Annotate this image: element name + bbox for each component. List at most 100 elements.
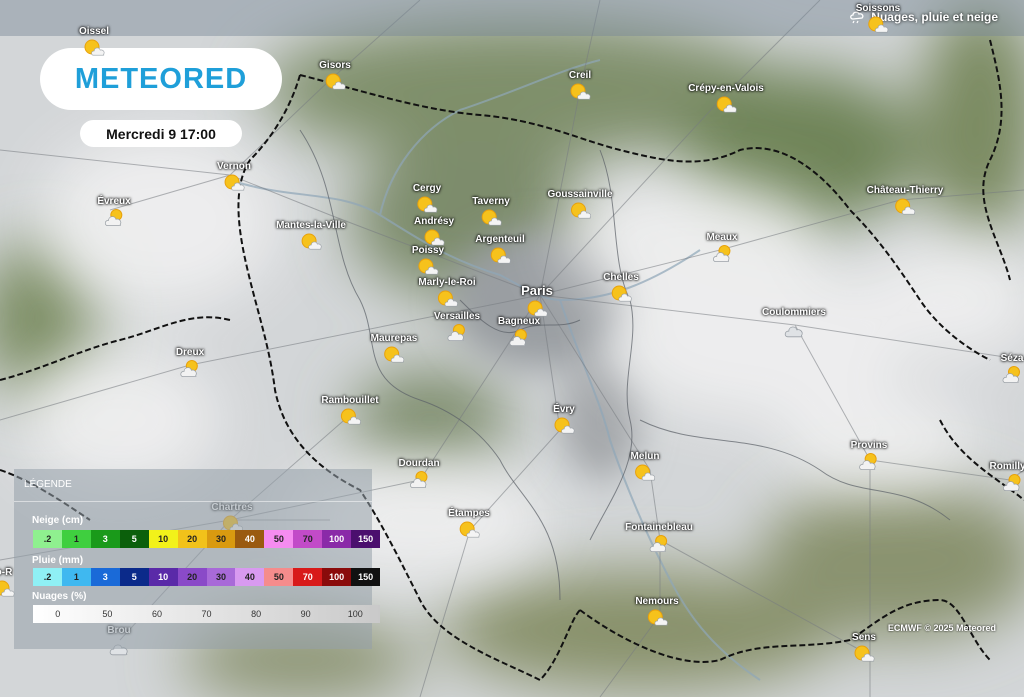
city-marker[interactable]: Étampes (448, 508, 490, 540)
cloud-scale-step: 70 (201, 609, 212, 619)
city-name: Sens (852, 632, 876, 643)
sun-cloud-icon (340, 408, 361, 425)
city-name: Soissons (855, 3, 901, 14)
city-marker[interactable]: Cergy (413, 183, 441, 215)
city-name: Bagneux (497, 316, 541, 327)
sun-cloud-icon (224, 174, 245, 191)
city-name: Andrésy (413, 216, 455, 227)
city-marker[interactable]: Goussainville (547, 189, 613, 221)
city-name: Fontainebleau (625, 522, 693, 533)
cloud-sun-icon (509, 329, 527, 346)
city-marker[interactable]: Dreux (176, 347, 204, 379)
cloud-sun-icon (409, 471, 427, 488)
city-marker[interactable]: Nemours (635, 596, 679, 628)
sun-cloud-icon (490, 247, 511, 264)
city-name: Évreux (97, 196, 131, 207)
city-marker[interactable]: Argenteuil (475, 234, 525, 266)
cloud-sun-icon (649, 535, 667, 552)
snow-legend-label: Neige (cm) (32, 515, 84, 526)
rain-scale-step: 30 (206, 568, 236, 586)
sun-cloud-icon (647, 609, 668, 626)
cloud-sun-icon (859, 453, 877, 470)
city-marker[interactable]: Andrésy (414, 216, 454, 248)
datetime-text: Mercredi 9 17:00 (106, 125, 216, 142)
city-name: Château-Thierry (866, 185, 944, 196)
city-name: Rambouillet (321, 395, 379, 406)
city-marker[interactable]: Provins (850, 440, 888, 472)
city-marker[interactable]: Oissel (79, 26, 109, 58)
city-marker[interactable]: Évry (552, 404, 576, 436)
city-marker[interactable]: Rambouillet (321, 395, 379, 427)
cloud-sun-icon (1002, 474, 1020, 491)
city-marker[interactable]: Marly-le-Roi (418, 277, 476, 309)
sun-cloud-icon (716, 96, 737, 113)
city-name: Coulommiers (762, 307, 826, 318)
rain-scale-step: 3 (90, 568, 120, 586)
city-name: Dreux (175, 347, 205, 358)
sun-cloud-icon (895, 198, 916, 215)
snow-scale-step: 40 (235, 530, 265, 548)
city-marker[interactable]: Crépy-en-Valois (688, 83, 764, 115)
city-name: Nemours (635, 596, 679, 607)
legend-panel: LÉGENDE Neige (cm) .2 1 3 5 10 20 30 40 50 70 100 1… (14, 469, 381, 649)
sun-cloud-icon (854, 645, 875, 662)
city-name: Mantes-la-Ville (276, 220, 346, 231)
snow-scale: .2 1 3 5 10 20 30 40 50 70 100 150 (33, 530, 381, 548)
sun-cloud-icon (635, 464, 656, 481)
city-marker[interactable]: Gisors (319, 60, 351, 92)
city-marker[interactable]: Évreux (97, 196, 131, 228)
rain-scale-step: 70 (293, 568, 323, 586)
city-name: Goussainville (547, 189, 613, 200)
city-name: Provins (850, 440, 888, 451)
city-marker[interactable]: Poissy (412, 245, 444, 277)
city-marker[interactable]: Soissons (856, 3, 900, 35)
city-marker[interactable]: Coulommiers (762, 307, 826, 339)
city-marker[interactable]: Creil (568, 70, 592, 102)
city-name: Marly-le-Roi (418, 277, 476, 288)
cloud-sun-icon (447, 324, 465, 341)
sun-cloud-icon (417, 196, 438, 213)
city-marker[interactable]: Bagneux (498, 316, 540, 348)
sun-cloud-icon (384, 346, 405, 363)
snow-scale-step: 3 (90, 530, 120, 548)
city-name: Crépy-en-Valois (688, 83, 764, 94)
city-marker[interactable]: Taverny (472, 196, 510, 228)
city-marker[interactable]: Dourdan (398, 458, 440, 490)
city-marker[interactable]: Meaux (706, 232, 738, 264)
cloud-sun-icon (104, 209, 122, 226)
meteored-logo[interactable]: METEORED (40, 48, 282, 110)
city-marker[interactable]: Chelles (603, 272, 639, 304)
city-marker[interactable]: Mantes-la-Ville (276, 220, 346, 252)
sun-cloud-icon (437, 290, 458, 307)
cloud-scale-step: 90 (300, 609, 311, 619)
snow-scale-step: 50 (264, 530, 294, 548)
city-name: Poissy (411, 245, 445, 256)
city-marker[interactable]: Melun (631, 451, 659, 483)
sun-cloud-icon (868, 16, 889, 33)
city-marker[interactable]: Vernon (217, 161, 251, 193)
city-marker[interactable]: Château-Thierry (866, 185, 944, 217)
sun-cloud-icon (84, 39, 105, 56)
city-name: Séza (1000, 353, 1024, 364)
snow-scale-step: 70 (293, 530, 323, 548)
cloud-legend-label: Nuages (%) (32, 591, 87, 602)
sun-cloud-icon (570, 202, 591, 219)
sun-cloud-icon (611, 285, 632, 302)
city-marker[interactable]: Fontainebleau (625, 522, 693, 554)
city-name: Chelles (603, 272, 639, 283)
snow-scale-step: 10 (148, 530, 178, 548)
snow-scale-step: 100 (322, 530, 352, 548)
city-name: Meaux (706, 232, 738, 243)
city-marker[interactable]: Sens (852, 632, 876, 664)
city-marker[interactable]: Paris (521, 283, 553, 319)
logo-text: METEORED (74, 62, 248, 95)
sun-cloud-icon (459, 521, 480, 538)
city-name: Argenteuil (475, 234, 525, 245)
forecast-datetime[interactable]: Mercredi 9 17:00 (80, 120, 242, 147)
city-marker[interactable]: Séza (1000, 353, 1024, 385)
city-name: Dourdan (398, 458, 440, 469)
sun-cloud-icon (325, 73, 346, 90)
city-marker[interactable]: Maurepas (371, 333, 417, 365)
city-marker[interactable]: Romilly-s (989, 461, 1024, 493)
city-marker[interactable]: Versailles (434, 311, 480, 343)
